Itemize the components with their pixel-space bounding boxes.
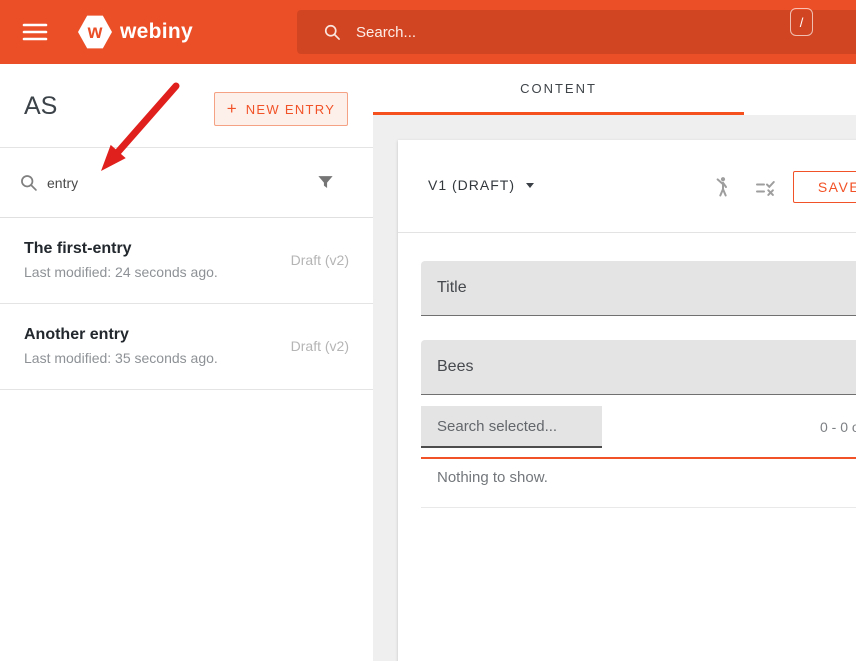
- chevron-down-icon: [526, 183, 534, 188]
- list-divider: [421, 507, 856, 508]
- logo-letter: w: [88, 23, 103, 42]
- tab-bar: CONTENT: [373, 64, 856, 115]
- entry-last-modified: Last modified: 24 seconds ago.: [24, 264, 218, 280]
- search-icon: [322, 22, 342, 42]
- global-search-placeholder: Search...: [356, 24, 416, 41]
- entry-list-item[interactable]: The first-entry Last modified: 24 second…: [0, 218, 373, 304]
- revision-selector[interactable]: V1 (DRAFT): [428, 177, 534, 193]
- filter-icon[interactable]: [316, 173, 335, 192]
- search-selected-placeholder: Search selected...: [437, 418, 557, 435]
- empty-list-message: Nothing to show.: [437, 469, 548, 486]
- entry-status-badge: Draft (v2): [291, 338, 349, 354]
- entries-sidebar: AS + NEW ENTRY entry The first-entry Las…: [0, 64, 373, 661]
- content-panel: CONTENT V1 (DRAFT): [373, 64, 856, 661]
- entry-last-modified: Last modified: 35 seconds ago.: [24, 350, 218, 366]
- bees-field-label: Bees: [437, 358, 473, 376]
- new-entry-label: NEW ENTRY: [246, 102, 335, 117]
- title-field[interactable]: Title: [421, 261, 856, 316]
- accent-divider: [421, 457, 856, 459]
- webiny-logo-mark: w: [78, 15, 112, 49]
- entries-search-input[interactable]: entry: [47, 175, 78, 191]
- request-review-icon[interactable]: [709, 175, 733, 199]
- menu-icon[interactable]: [22, 20, 48, 44]
- entry-title: The first-entry: [24, 240, 132, 258]
- entry-list-item[interactable]: Another entry Last modified: 35 seconds …: [0, 304, 373, 390]
- revision-label: V1 (DRAFT): [428, 177, 515, 193]
- search-selected-input[interactable]: Search selected...: [421, 406, 602, 448]
- requested-changes-icon[interactable]: [754, 177, 778, 201]
- sidebar-header: AS + NEW ENTRY: [0, 64, 373, 148]
- title-field-label: Title: [437, 279, 467, 297]
- entry-title: Another entry: [24, 326, 129, 344]
- new-entry-button[interactable]: + NEW ENTRY: [214, 92, 348, 126]
- entries-search-row: entry: [0, 148, 373, 218]
- entry-form-card: V1 (DRAFT): [398, 140, 856, 661]
- entry-status-badge: Draft (v2): [291, 252, 349, 268]
- bees-field[interactable]: Bees: [421, 340, 856, 395]
- save-button[interactable]: SAVE: [793, 171, 856, 203]
- pagination-label: 0 - 0 of 0: [820, 406, 856, 448]
- logo-text: webiny: [120, 20, 193, 44]
- topbar: w webiny Search... /: [0, 0, 856, 64]
- keyboard-shortcut-badge: /: [790, 8, 813, 36]
- model-title: AS: [24, 92, 57, 121]
- revision-toolbar: V1 (DRAFT): [398, 140, 856, 233]
- global-search-input[interactable]: Search...: [297, 10, 856, 54]
- tab-content[interactable]: CONTENT: [373, 64, 744, 115]
- search-icon: [18, 172, 39, 193]
- app-window: w webiny Search... / AS + NEW ENTRY: [0, 0, 856, 661]
- webiny-logo[interactable]: w webiny: [78, 14, 193, 50]
- plus-icon: +: [227, 99, 237, 119]
